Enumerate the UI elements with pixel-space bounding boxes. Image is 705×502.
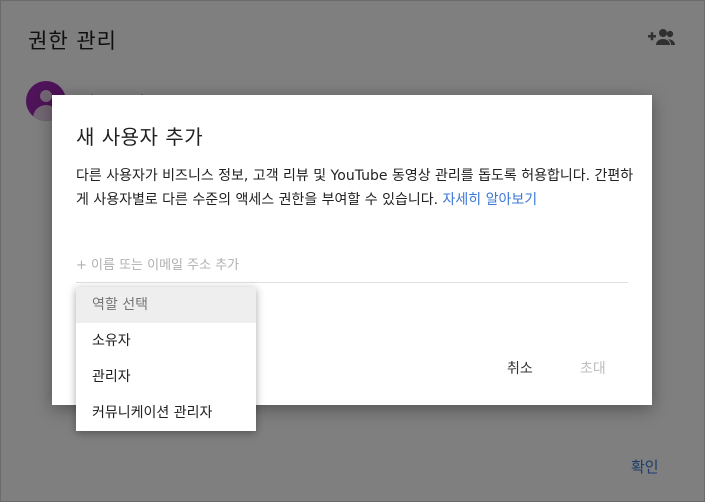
cancel-button[interactable]: 취소 [507,358,533,378]
dialog-title: 새 사용자 추가 [76,125,204,149]
role-option-owner[interactable]: 소유자 [76,323,256,359]
role-dropdown: 역할 선택 소유자 관리자 커뮤니케이션 관리자 [76,287,256,431]
invite-button[interactable]: 초대 [580,358,606,378]
name-email-field [76,251,628,283]
dialog-description: 다른 사용자가 비즈니스 정보, 고객 리뷰 및 YouTube 동영상 관리를… [76,164,636,212]
description-text: 다른 사용자가 비즈니스 정보, 고객 리뷰 및 YouTube 동영상 관리를… [76,168,634,208]
learn-more-link[interactable]: 자세히 알아보기 [443,192,538,208]
role-select-header[interactable]: 역할 선택 [76,287,256,323]
name-email-input[interactable] [76,251,628,279]
role-option-communications-manager[interactable]: 커뮤니케이션 관리자 [76,395,256,431]
role-option-manager[interactable]: 관리자 [76,359,256,395]
